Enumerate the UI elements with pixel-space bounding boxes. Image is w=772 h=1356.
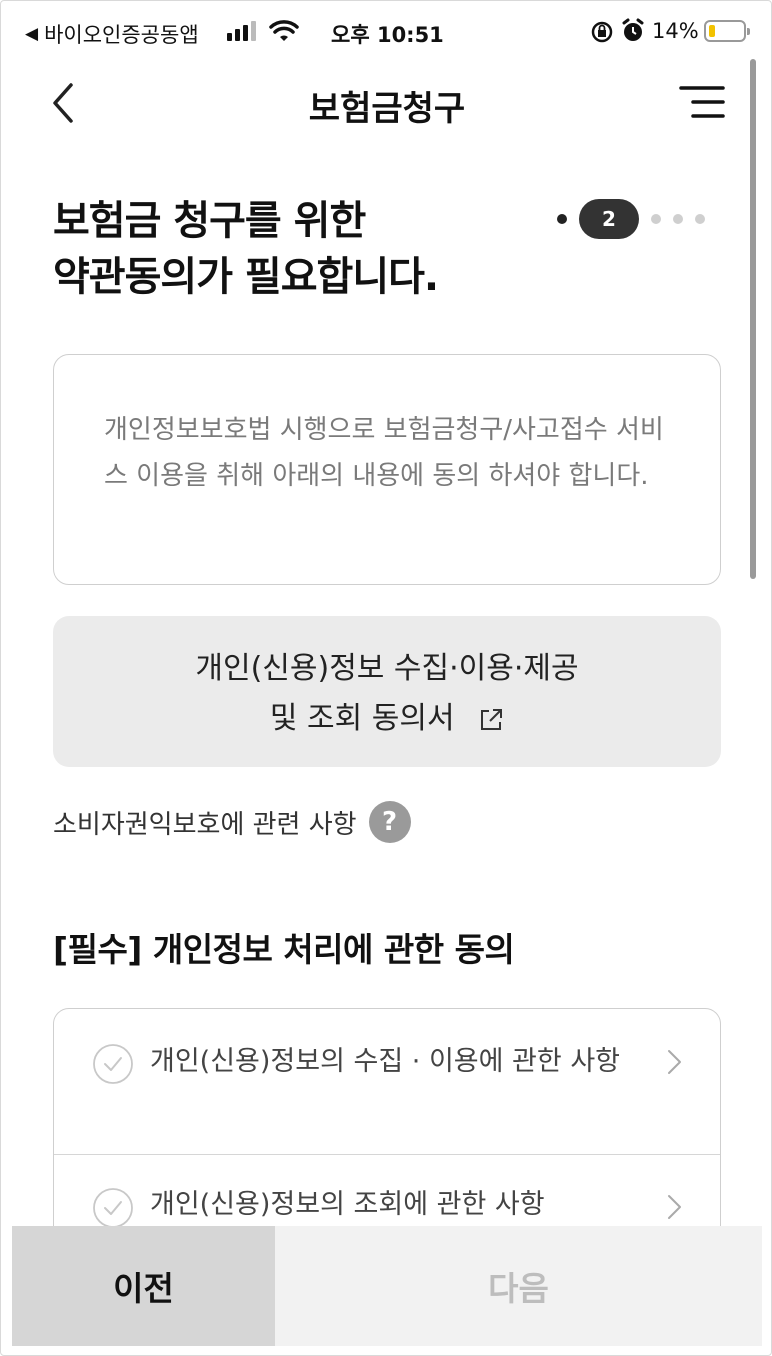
menu-icon[interactable] xyxy=(679,85,725,119)
agreement-label: 개인(신용)정보의 수집 · 이용에 관한 사항 xyxy=(150,1046,621,1077)
status-bar: ◀ 바이오인증공동앱 오후 10:51 14% xyxy=(1,1,771,63)
check-circle-icon[interactable] xyxy=(92,1043,134,1085)
consumer-rights-row: 소비자권익보호에 관련 사항 ? xyxy=(53,801,411,843)
bottom-action-bar: 이전 다음 xyxy=(12,1226,762,1346)
cellular-signal-icon xyxy=(227,21,256,41)
battery-percent: 14% xyxy=(652,19,699,43)
help-question-icon[interactable]: ? xyxy=(368,801,411,843)
chevron-right-icon xyxy=(668,1195,681,1219)
info-notice-box: 개인정보보호법 시행으로 보험금청구/사고접수 서비스 이용을 취해 아래의 내… xyxy=(53,354,721,585)
consumer-rights-label: 소비자권익보호에 관련 사항 xyxy=(53,809,357,840)
consent-document-line2-wrap: 및 조회 동의서 xyxy=(53,694,721,744)
step-dot-done xyxy=(557,214,567,224)
rotation-lock-icon xyxy=(591,21,613,43)
next-button[interactable]: 다음 xyxy=(275,1226,762,1346)
step-indicator: 2 xyxy=(557,199,705,239)
back-to-app-link[interactable]: ◀ 바이오인증공동앱 xyxy=(25,19,199,49)
back-app-label: 바이오인증공동앱 xyxy=(44,23,199,47)
step-dot-upcoming xyxy=(673,214,683,224)
page-title: 보험금청구 xyxy=(308,89,466,129)
step-current: 2 xyxy=(579,199,639,239)
back-triangle-icon: ◀ xyxy=(25,24,39,44)
headline: 보험금 청구를 위한 약관동의가 필요합니다. xyxy=(53,193,439,305)
step-dot-upcoming xyxy=(651,214,661,224)
alarm-icon xyxy=(622,18,644,41)
scrollbar[interactable] xyxy=(750,59,756,579)
agreement-item-collection[interactable]: 개인(신용)정보의 수집 · 이용에 관한 사항 xyxy=(54,1009,720,1155)
check-circle-icon[interactable] xyxy=(92,1187,134,1229)
consent-document-line2: 및 조회 동의서 xyxy=(269,701,455,736)
required-section-title: [필수] 개인정보 처리에 관한 동의 xyxy=(53,930,515,969)
consent-document-line1: 개인(신용)정보 수집·이용·제공 xyxy=(195,651,579,686)
app-screen: ◀ 바이오인증공동앱 오후 10:51 14% 보험금청구 보험금 청구를 위한… xyxy=(0,0,772,1356)
agreement-label: 개인(신용)정보의 조회에 관한 사항 xyxy=(150,1189,545,1220)
status-time: 오후 10:51 xyxy=(331,23,444,47)
chevron-right-icon xyxy=(668,1050,681,1074)
headline-line1: 보험금 청구를 위한 xyxy=(53,198,366,244)
headline-line2: 약관동의가 필요합니다. xyxy=(53,254,439,300)
info-notice-text: 개인정보보호법 시행으로 보험금청구/사고접수 서비스 이용을 취해 아래의 내… xyxy=(104,415,664,491)
battery-icon xyxy=(704,20,750,42)
previous-button[interactable]: 이전 xyxy=(12,1226,275,1346)
wifi-icon xyxy=(269,20,299,41)
consent-document-button[interactable]: 개인(신용)정보 수집·이용·제공 및 조회 동의서 xyxy=(53,616,721,767)
external-link-icon xyxy=(481,708,503,730)
step-dot-upcoming xyxy=(695,214,705,224)
